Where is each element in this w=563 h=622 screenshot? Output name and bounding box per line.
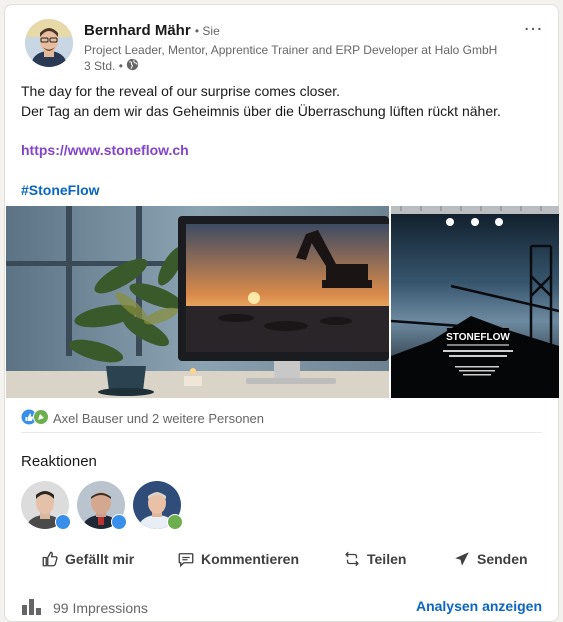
- thumbs-up-icon: [41, 550, 59, 568]
- post-text-line-1: The day for the reveal of our surprise c…: [21, 83, 341, 99]
- action-bar: Gefällt mir Kommentieren Teilen Senden: [25, 550, 540, 572]
- repost-icon: [343, 550, 361, 568]
- share-label: Teilen: [367, 551, 407, 567]
- comment-button[interactable]: Kommentieren: [177, 550, 299, 568]
- reactor-avatar-2[interactable]: [77, 481, 127, 530]
- author-name-text[interactable]: Bernhard Mähr: [84, 22, 191, 39]
- send-icon: [453, 550, 471, 568]
- author-headline: Project Leader, Mentor, Apprentice Train…: [84, 43, 498, 57]
- reactor-avatar-1[interactable]: [21, 481, 71, 530]
- post-link[interactable]: https://www.stoneflow.ch: [21, 142, 189, 158]
- like-icon: [55, 514, 71, 530]
- comment-icon: [177, 550, 195, 568]
- post-image-stoneflow[interactable]: STONEFLOW: [391, 206, 559, 398]
- impressions-count: 99 Impressions: [53, 599, 148, 616]
- author-avatar[interactable]: [25, 19, 73, 67]
- send-button[interactable]: Senden: [453, 550, 528, 568]
- like-button[interactable]: Gefällt mir: [41, 550, 134, 568]
- impressions[interactable]: 99 Impressions: [21, 597, 148, 618]
- post-text-line-2: Der Tag an dem wir das Geheimnis über di…: [21, 103, 501, 119]
- post-time: 3 Std. •: [84, 59, 123, 73]
- post-text: The day for the reveal of our surprise c…: [21, 81, 551, 121]
- divider: [21, 432, 542, 433]
- author-relation: • Sie: [194, 24, 220, 38]
- like-icon: [111, 514, 127, 530]
- celebrate-icon: [167, 514, 183, 530]
- comment-label: Kommentieren: [201, 551, 300, 567]
- social-counts[interactable]: Axel Bauser und 2 weitere Personen: [21, 409, 264, 428]
- post-card: Bernhard Mähr • Sie Project Leader, Ment…: [4, 4, 559, 622]
- globe-icon: [126, 58, 139, 74]
- reactions-title: Reaktionen: [21, 453, 97, 470]
- share-button[interactable]: Teilen: [343, 550, 406, 568]
- more-options-icon[interactable]: …: [523, 13, 544, 36]
- view-analytics-link[interactable]: Analysen anzeigen: [416, 598, 542, 614]
- author-name[interactable]: Bernhard Mähr • Sie: [84, 22, 220, 39]
- like-label: Gefällt mir: [65, 551, 135, 567]
- bar-chart-icon: [21, 597, 43, 618]
- post-meta: 3 Std. •: [84, 58, 139, 74]
- reaction-summary[interactable]: Axel Bauser und 2 weitere Personen: [53, 411, 264, 426]
- post-image-monitor[interactable]: [6, 206, 389, 398]
- reactor-avatar-3[interactable]: [133, 481, 183, 530]
- celebrate-icon: [33, 409, 49, 428]
- post-hashtag[interactable]: #StoneFlow: [21, 182, 100, 198]
- send-label: Senden: [477, 551, 528, 567]
- stoneflow-logo: STONEFLOW: [446, 332, 510, 343]
